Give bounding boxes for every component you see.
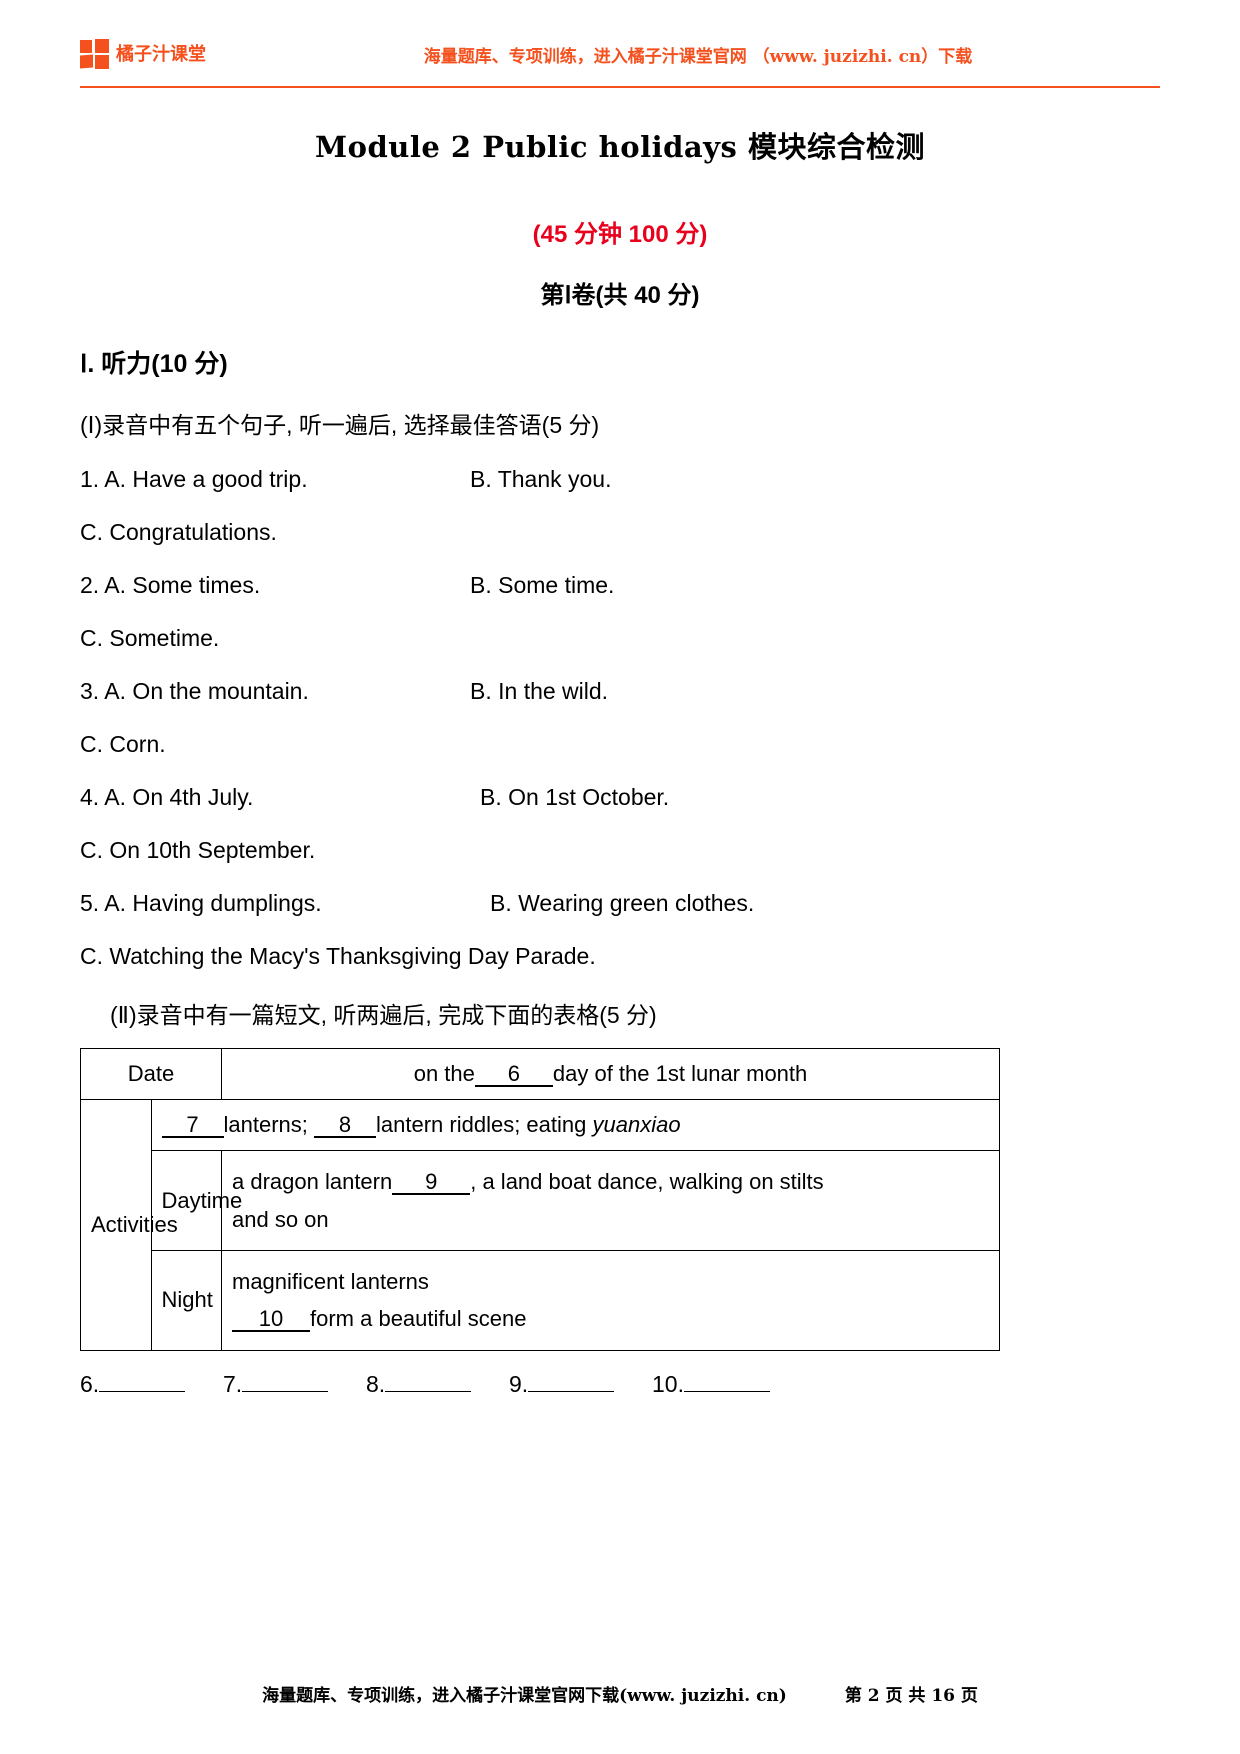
document-page: 橘子汁课堂 海量题库、专项训练，进入橘子汁课堂官网 （www. juzizhi.… <box>0 0 1240 1754</box>
question-3: 3. A. On the mountain. B. In the wild. <box>80 678 1160 705</box>
daytime-line-2: and so on <box>232 1206 329 1232</box>
question-5-option-c: C. Watching the Macy's Thanksgiving Day … <box>80 943 596 969</box>
answer-6-number: 6. <box>80 1370 100 1397</box>
answer-8-number: 8. <box>366 1370 386 1397</box>
page-title: Module 2 Public holidays 模块综合检测 <box>315 130 925 164</box>
part-2-instruction: (Ⅱ)录音中有一篇短文, 听两遍后, 完成下面的表格(5 分) <box>110 1002 657 1028</box>
night-text-after: form a beautiful scene <box>310 1306 527 1332</box>
blank-6[interactable]: 6 <box>474 1062 553 1088</box>
answer-7-blank[interactable] <box>242 1390 329 1392</box>
question-1-option-c: C. Congratulations. <box>80 519 277 545</box>
listening-table: Date on the 6 day of the 1st lunar month A… <box>80 1047 1000 1351</box>
table-cell-night-label: Night <box>150 1249 222 1351</box>
night-line-1: magnificent lanterns <box>232 1268 429 1294</box>
question-3-option-a: 3. A. On the mountain. <box>80 678 309 704</box>
answer-9: 9. <box>509 1371 652 1398</box>
question-4: 4. A. On 4th July. B. On 1st October. <box>80 784 1160 811</box>
blank-8[interactable]: 8 <box>314 1113 377 1139</box>
answer-8-blank[interactable] <box>385 1390 472 1392</box>
header-divider <box>80 86 1160 88</box>
answer-10-blank[interactable] <box>683 1390 770 1392</box>
answer-7: 7. <box>223 1371 366 1398</box>
question-5-option-a: 5. A. Having dumplings. <box>80 890 322 916</box>
general-text-1: lanterns; <box>223 1112 308 1138</box>
date-text-after: day of the 1st lunar month <box>552 1061 808 1086</box>
question-1-option-b: B. Thank you. <box>470 466 612 492</box>
answer-10-number: 10. <box>652 1370 684 1397</box>
four-squares-logo-icon <box>80 39 110 69</box>
daytime-text-after: , a land boat dance, walking on stilts <box>470 1169 824 1195</box>
question-4-option-c: C. On 10th September. <box>80 837 316 863</box>
table-cell-date-value: on the 6 day of the 1st lunar month <box>221 1047 1000 1101</box>
answer-10: 10. <box>652 1371 795 1398</box>
section-heading-listening: Ⅰ. 听力(10 分) <box>80 350 228 378</box>
answer-9-blank[interactable] <box>528 1390 615 1392</box>
question-2-option-a: 2. A. Some times. <box>80 572 261 598</box>
date-text-before: on the <box>413 1061 475 1086</box>
header-tagline: 海量题库、专项训练，进入橘子汁课堂官网 （www. juzizhi. cn）下载 <box>423 46 973 67</box>
table-cell-daytime-value: a dragon lantern 9, a land boat dance, wa… <box>221 1150 1000 1251</box>
question-4-option-a: 4. A. On 4th July. <box>80 784 254 810</box>
table-row: Date on the 6 day of the 1st lunar month <box>80 1047 1000 1101</box>
brand-logo: 橘子汁课堂 <box>80 39 206 69</box>
question-1: 1. A. Have a good trip. B. Thank you. <box>80 466 1160 493</box>
question-5-option-b: B. Wearing green clothes. <box>490 890 755 916</box>
answer-9-number: 9. <box>509 1370 529 1397</box>
answer-8: 8. <box>366 1371 509 1398</box>
footer-page-number: 第 2 页 共 16 页 <box>844 1686 978 1706</box>
table-cell-activities-label: Activities <box>80 1099 178 1351</box>
page-footer: 海量题库、专项训练，进入橘子汁课堂官网下载(www. juzizhi. cn) … <box>80 1681 1160 1706</box>
table-row: Activities 7 lanterns; 8 lantern riddles; … <box>80 1099 1000 1351</box>
table-cell-night-value: magnificent lanterns 10 form a beautiful … <box>221 1249 1000 1351</box>
table-cell-date-label: Date <box>80 1047 222 1101</box>
answer-6: 6. <box>80 1371 223 1398</box>
question-5: 5. A. Having dumplings. B. Wearing green… <box>80 890 1160 917</box>
question-2-option-c: C. Sometime. <box>80 625 220 651</box>
general-text-italic: yuanxiao <box>592 1112 681 1138</box>
question-2-option-b: B. Some time. <box>470 572 615 598</box>
blank-10[interactable]: 10 <box>232 1307 310 1333</box>
answer-6-blank[interactable] <box>99 1390 186 1392</box>
paper-part-heading: 第Ⅰ卷(共 40 分) <box>540 282 700 309</box>
part-1-instruction: (Ⅰ)录音中有五个句子, 听一遍后, 选择最佳答语(5 分) <box>80 412 600 438</box>
question-3-option-b: B. In the wild. <box>470 678 609 704</box>
daytime-text-before: a dragon lantern <box>232 1169 393 1195</box>
table-cell-activities-general: 7 lanterns; 8 lantern riddles; eating yuan… <box>150 1099 1000 1152</box>
question-2: 2. A. Some times. B. Some time. <box>80 572 1160 599</box>
score-line: (45 分钟 100 分) <box>532 221 708 248</box>
table-row: Daytime a dragon lantern 9, a land boat d… <box>81 1150 1000 1251</box>
answer-7-number: 7. <box>223 1370 243 1397</box>
table-row: Night magnificent lanterns 10 form a beau… <box>81 1249 1000 1351</box>
question-1-option-a: 1. A. Have a good trip. <box>80 466 308 492</box>
brand-name: 橘子汁课堂 <box>116 44 206 64</box>
page-header: 橘子汁课堂 海量题库、专项训练，进入橘子汁课堂官网 （www. juzizhi.… <box>80 0 1160 80</box>
question-3-option-c: C. Corn. <box>80 731 166 757</box>
general-text-2: lantern riddles; eating <box>376 1112 587 1138</box>
footer-tagline: 海量题库、专项训练，进入橘子汁课堂官网下载(www. juzizhi. cn) <box>262 1686 787 1706</box>
blank-7[interactable]: 7 <box>161 1113 224 1139</box>
blank-9[interactable]: 9 <box>392 1170 471 1196</box>
answer-blanks-row: 6. 7. 8. 9. 10. <box>80 1371 1160 1398</box>
question-4-option-b: B. On 1st October. <box>480 784 670 810</box>
night-line-2: 10 form a beautiful scene <box>232 1300 989 1337</box>
